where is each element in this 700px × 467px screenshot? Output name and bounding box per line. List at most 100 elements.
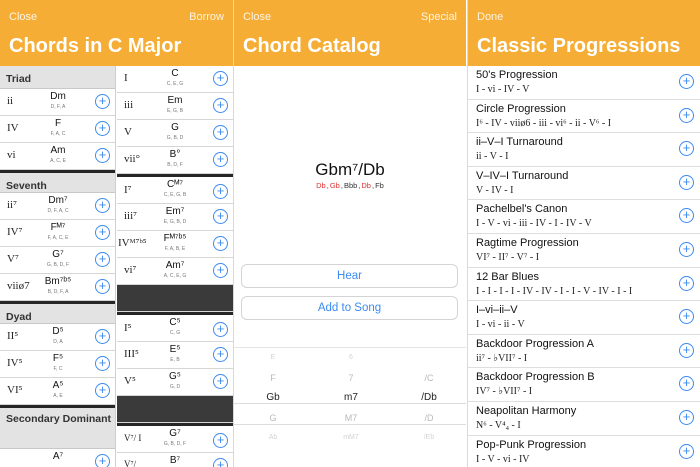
add-chord-button[interactable]: + xyxy=(95,383,110,398)
picker-bass-option[interactable] xyxy=(394,348,464,368)
picker-root-option[interactable]: F xyxy=(238,368,308,388)
chord-row[interactable]: vii° B° B, D, F + xyxy=(117,147,233,174)
chord-row[interactable]: V⁵ G⁵ G, D + xyxy=(117,369,233,396)
picker-root-option[interactable]: G xyxy=(238,408,308,428)
close-button[interactable]: Close xyxy=(243,11,271,23)
picker-quality-option[interactable]: mM7 xyxy=(316,428,386,448)
chord-row[interactable]: IV⁵ F⁵ F, C + xyxy=(0,351,115,378)
hear-button[interactable]: Hear xyxy=(241,264,458,288)
add-chord-button[interactable]: + xyxy=(213,322,228,337)
picker-quality-option[interactable]: 7 xyxy=(316,368,386,388)
add-progression-button[interactable]: + xyxy=(679,141,694,157)
add-progression-button[interactable]: + xyxy=(679,342,694,358)
chord-row[interactable]: I⁵ C⁵ C, G + xyxy=(117,312,233,342)
close-button[interactable]: Close xyxy=(9,11,37,23)
chord-picker[interactable]: E F Gb G Ab 6 7 m7 M7 mM7 /C/Db/D/Eb xyxy=(234,347,466,467)
chord-row[interactable]: IV F F, A, C + xyxy=(0,116,115,143)
chord-row[interactable]: viiø7 Bm⁷ᵇ⁵ B, D, F, A + xyxy=(0,274,115,301)
add-chord-button[interactable]: + xyxy=(95,252,110,267)
chord-row[interactable]: ii Dm D, F, A + xyxy=(0,89,115,116)
progression-row[interactable]: V–IV–I Turnaround V - IV - I + xyxy=(468,167,700,201)
add-progression-button[interactable]: + xyxy=(679,275,694,291)
picker-quality-option[interactable]: 6 xyxy=(316,348,386,368)
progression-row[interactable]: Backdoor Progression A ii⁷ - ♭VII⁷ - I + xyxy=(468,335,700,369)
picker-bass-option[interactable]: /C xyxy=(394,368,464,388)
add-chord-button[interactable]: + xyxy=(95,279,110,294)
progression-row[interactable]: 50's Progression I - vi - IV - V + xyxy=(468,66,700,100)
special-button[interactable]: Special xyxy=(421,11,457,23)
picker-root-option[interactable]: Gb xyxy=(238,388,308,408)
picker-bass-option[interactable]: /Db xyxy=(394,388,464,408)
chord-row[interactable]: ii⁷ Dm⁷ D, F, A, C + xyxy=(0,193,115,220)
progression-row[interactable]: Neapolitan Harmony N⁶ - V⁴₄ - I + xyxy=(468,402,700,436)
picker-bass-option[interactable]: /Eb xyxy=(394,428,464,448)
chord-row[interactable]: III⁵ E⁵ E, B + xyxy=(117,342,233,369)
picker-root-option[interactable]: E xyxy=(238,348,308,368)
chord-row[interactable]: iii Em E, G, B + xyxy=(117,93,233,120)
picker-root-option[interactable]: Ab xyxy=(238,428,308,448)
progression-row[interactable]: Pop-Punk Progression I - V - vi - IV + xyxy=(468,436,700,467)
chord-row[interactable]: I⁷ Cᴹ⁷ C, E, G, B + xyxy=(117,174,233,204)
add-chord-button[interactable]: + xyxy=(213,184,228,199)
add-chord-button[interactable]: + xyxy=(213,152,228,167)
add-chord-button[interactable]: + xyxy=(95,148,110,163)
progression-chords: ii - V - I xyxy=(476,151,509,163)
add-chord-button[interactable]: + xyxy=(95,454,110,467)
progression-row[interactable]: ii–V–I Turnaround ii - V - I + xyxy=(468,133,700,167)
add-chord-button[interactable]: + xyxy=(213,374,228,389)
picker-quality-column[interactable]: 6 7 m7 M7 mM7 xyxy=(316,348,386,448)
add-chord-button[interactable]: + xyxy=(213,236,228,251)
add-chord-button[interactable]: + xyxy=(95,356,110,371)
progression-row[interactable]: 12 Bar Blues I - I - I - I - IV - IV - I … xyxy=(468,268,700,302)
chord-row[interactable]: I C C, E, G + xyxy=(117,66,233,93)
progression-row[interactable]: Ragtime Progression VI⁷ - II⁷ - V⁷ - I + xyxy=(468,234,700,268)
add-chord-button[interactable]: + xyxy=(213,125,228,140)
progression-row[interactable]: Pachelbel's Canon I - V - vi - iii - IV -… xyxy=(468,200,700,234)
picker-bass-option[interactable]: /D xyxy=(394,408,464,428)
progression-row[interactable]: I–vi–ii–V I - vi - ii - V + xyxy=(468,301,700,335)
add-to-song-button[interactable]: Add to Song xyxy=(241,296,458,320)
borrow-button[interactable]: Borrow xyxy=(189,11,224,23)
add-chord-button[interactable]: + xyxy=(213,98,228,113)
picker-bass-column[interactable]: /C/Db/D/Eb xyxy=(394,348,464,448)
chord-row[interactable]: IV⁷ Fᴹ⁷ F, A, C, E + xyxy=(0,220,115,247)
progression-row[interactable]: Circle Progression I⁶ - IV - viiø6 - iii … xyxy=(468,100,700,134)
add-chord-button[interactable]: + xyxy=(213,433,228,448)
picker-root-column[interactable]: E F Gb G Ab xyxy=(238,348,308,448)
chord-row[interactable]: V⁷ G⁷ G, B, D, F + xyxy=(0,247,115,274)
picker-quality-option[interactable]: m7 xyxy=(316,388,386,408)
chord-row[interactable]: iii⁷ Em⁷ E, G, B, D + xyxy=(117,204,233,231)
picker-quality-option[interactable]: M7 xyxy=(316,408,386,428)
add-chord-button[interactable]: + xyxy=(213,458,228,467)
chord-row[interactable]: VI⁵ A⁵ A, E + xyxy=(0,378,115,405)
add-progression-button[interactable]: + xyxy=(679,174,694,190)
add-chord-button[interactable]: + xyxy=(213,71,228,86)
done-button[interactable]: Done xyxy=(477,11,503,23)
chord-row[interactable]: V G G, B, D + xyxy=(117,120,233,147)
add-chord-button[interactable]: + xyxy=(95,121,110,136)
add-chord-button[interactable]: + xyxy=(95,225,110,240)
page-title: Chords in C Major xyxy=(9,35,182,57)
add-progression-button[interactable]: + xyxy=(679,74,694,89)
progression-row[interactable]: Backdoor Progression B IV⁷ - ♭VII⁷ - I + xyxy=(468,368,700,402)
add-progression-button[interactable]: + xyxy=(679,443,694,459)
add-chord-button[interactable]: + xyxy=(95,329,110,344)
chord-row[interactable]: V⁷/B⁷ + xyxy=(117,453,233,467)
add-progression-button[interactable]: + xyxy=(679,208,694,224)
chord-row[interactable]: vi Am A, C, E + xyxy=(0,143,115,170)
add-chord-button[interactable]: + xyxy=(213,209,228,224)
add-progression-button[interactable]: + xyxy=(679,241,694,257)
chord-row[interactable]: IVᴹ⁷ᵇ⁵ Fᴹ⁷ᵇ⁵ F, A, B, E + xyxy=(117,231,233,258)
add-progression-button[interactable]: + xyxy=(679,309,694,325)
add-progression-button[interactable]: + xyxy=(679,376,694,392)
chord-row[interactable]: A⁷ + xyxy=(0,449,115,467)
add-chord-button[interactable]: + xyxy=(213,263,228,278)
chord-row[interactable]: II⁵ D⁵ D, A + xyxy=(0,324,115,351)
add-progression-button[interactable]: + xyxy=(679,107,694,123)
chord-row[interactable]: vi⁷ Am⁷ A, C, E, G + xyxy=(117,258,233,285)
add-chord-button[interactable]: + xyxy=(95,198,110,213)
chord-row[interactable]: V⁷/ I G⁷ G, B, D, F + xyxy=(117,423,233,453)
add-progression-button[interactable]: + xyxy=(679,409,694,425)
add-chord-button[interactable]: + xyxy=(95,94,110,109)
add-chord-button[interactable]: + xyxy=(213,347,228,362)
